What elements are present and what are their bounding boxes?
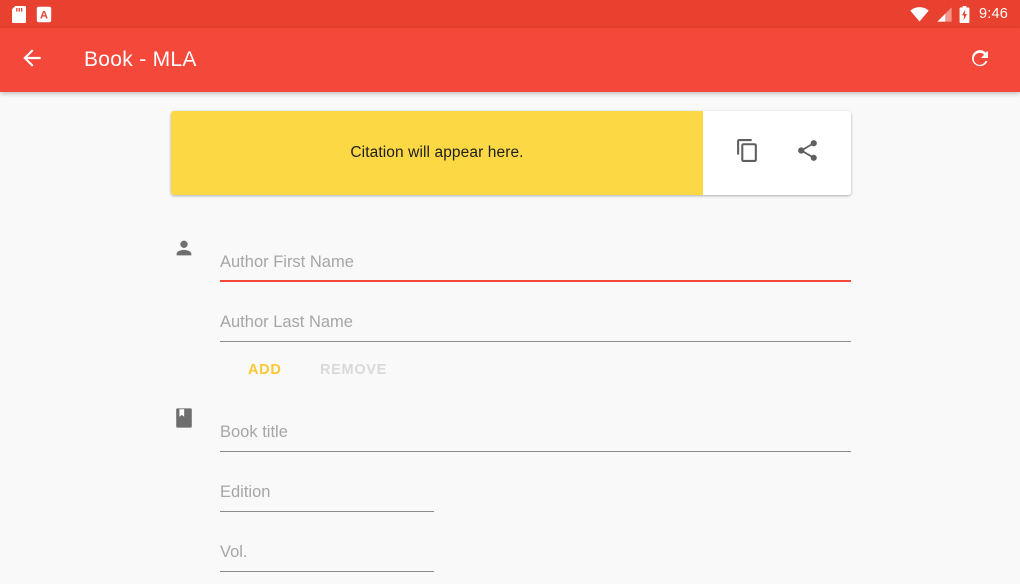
battery-charging-icon	[959, 5, 970, 23]
share-icon	[795, 138, 820, 168]
copy-button[interactable]	[725, 131, 769, 175]
citation-placeholder-text: Citation will appear here.	[350, 144, 524, 161]
author-actions-row: ADD REMOVE	[0, 344, 1020, 392]
share-button[interactable]	[785, 131, 829, 175]
back-button[interactable]	[0, 28, 64, 92]
refresh-icon	[968, 46, 992, 75]
book-title-wrapper	[220, 408, 851, 452]
add-author-button[interactable]: ADD	[236, 354, 294, 386]
copy-icon	[735, 138, 760, 168]
letter-a-badge-icon: A	[36, 6, 52, 23]
field-row-edition	[0, 452, 1020, 512]
wifi-icon	[910, 6, 929, 22]
author-last-name-wrapper	[220, 298, 851, 342]
field-row-author-last-name	[0, 282, 1020, 342]
person-icon	[172, 236, 196, 260]
citation-card: Citation will appear here.	[171, 111, 851, 195]
author-first-name-wrapper	[220, 238, 851, 282]
volume-wrapper	[220, 528, 434, 572]
status-bar-right-icons: 9:46	[910, 5, 1008, 23]
svg-text:A: A	[40, 9, 48, 21]
page-title: Book - MLA	[84, 48, 197, 71]
sd-card-icon	[12, 5, 26, 23]
field-row-volume	[0, 512, 1020, 572]
book-title-input[interactable]	[220, 423, 851, 452]
back-arrow-icon	[19, 45, 45, 76]
cell-signal-icon	[936, 6, 952, 22]
volume-input[interactable]	[220, 543, 434, 572]
field-row-book-title	[0, 392, 1020, 452]
citation-form: ADD REMOVE	[0, 222, 1020, 572]
edition-input[interactable]	[220, 483, 434, 512]
app-bar: Book - MLA	[0, 28, 1020, 92]
author-first-name-input[interactable]	[220, 253, 851, 282]
status-bar: A 9:46	[0, 0, 1020, 28]
citation-preview: Citation will appear here.	[171, 111, 703, 195]
app-screen: A 9:46 Book - MLA Citation will appear h…	[0, 0, 1020, 584]
edition-wrapper	[220, 468, 434, 512]
remove-author-button[interactable]: REMOVE	[308, 354, 399, 386]
field-row-author-first-name	[0, 222, 1020, 282]
status-bar-clock: 9:46	[978, 5, 1008, 22]
refresh-button[interactable]	[948, 28, 1012, 92]
content-area: Citation will appear here. Author First …	[0, 92, 1020, 584]
author-last-name-input[interactable]	[220, 313, 851, 342]
status-bar-left-icons: A	[12, 5, 910, 23]
citation-actions	[703, 111, 851, 195]
book-icon	[172, 406, 196, 430]
